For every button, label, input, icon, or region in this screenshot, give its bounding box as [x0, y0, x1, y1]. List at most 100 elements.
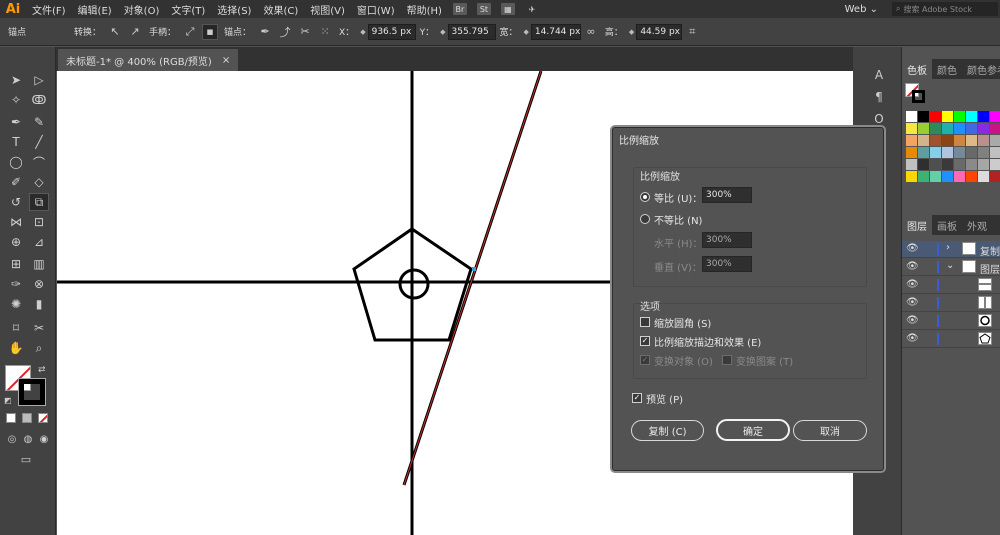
color-swatch[interactable]: [906, 111, 917, 122]
workspace-switcher[interactable]: Web ⌄: [845, 4, 878, 15]
layer-row[interactable]: 👁 › 复制: [902, 241, 1000, 258]
x-stepper-icon[interactable]: ◆: [360, 28, 365, 36]
color-swatch[interactable]: [930, 147, 941, 158]
color-swatch[interactable]: [954, 111, 965, 122]
color-swatch[interactable]: [906, 135, 917, 146]
slice-tool-icon[interactable]: ✂: [29, 319, 49, 337]
visibility-eye-icon[interactable]: 👁: [906, 279, 919, 290]
hide-handles-icon[interactable]: ▪: [202, 23, 219, 40]
tab-artboards[interactable]: 画板: [932, 215, 962, 235]
color-swatch[interactable]: [942, 159, 953, 170]
swap-fill-stroke-icon[interactable]: ⇄: [38, 365, 46, 375]
column-graph-tool-icon[interactable]: ▮: [29, 295, 49, 313]
uniform-input[interactable]: 300%: [702, 187, 752, 203]
color-swatch[interactable]: [954, 135, 965, 146]
pen-tool-icon[interactable]: ✒: [6, 113, 26, 131]
color-swatch[interactable]: [942, 171, 953, 182]
paragraph-panel-icon[interactable]: ¶: [871, 89, 887, 105]
color-swatch[interactable]: [978, 123, 989, 134]
free-transform-tool-icon[interactable]: ⊡: [29, 213, 49, 231]
color-swatch[interactable]: [918, 171, 929, 182]
color-mode-icon[interactable]: [6, 413, 16, 423]
vertical-input[interactable]: 300%: [702, 256, 752, 272]
layer-row[interactable]: 👁 ⌄ 图层: [902, 259, 1000, 276]
color-swatch[interactable]: [990, 159, 1000, 170]
color-swatch[interactable]: [990, 111, 1000, 122]
h-stepper-icon[interactable]: ◆: [629, 28, 634, 36]
menu-object[interactable]: 对象(O): [118, 2, 166, 17]
paintbrush-tool-icon[interactable]: ⌒: [29, 153, 49, 171]
color-swatch[interactable]: [990, 147, 1000, 158]
cancel-button[interactable]: 取消: [793, 420, 867, 441]
menu-select[interactable]: 选择(S): [211, 2, 257, 17]
color-swatch[interactable]: [918, 123, 929, 134]
lasso-tool-icon[interactable]: ↂ: [29, 91, 49, 109]
color-swatch[interactable]: [966, 159, 977, 170]
artboard-tool-icon[interactable]: ⌑: [6, 319, 26, 337]
color-swatch[interactable]: [966, 123, 977, 134]
transform-icon[interactable]: ⌗: [684, 24, 700, 40]
type-tool-icon[interactable]: T: [6, 133, 26, 151]
menu-window[interactable]: 窗口(W): [351, 2, 401, 17]
menu-type[interactable]: 文字(T): [165, 2, 211, 17]
gpu-rocket-icon[interactable]: ✈: [525, 3, 539, 15]
stock-button[interactable]: St: [476, 3, 491, 15]
color-swatch[interactable]: [966, 147, 977, 158]
tab-color[interactable]: 颜色: [932, 59, 962, 79]
color-swatch[interactable]: [918, 111, 929, 122]
color-swatch[interactable]: [930, 171, 941, 182]
shape-builder-tool-icon[interactable]: ⊕: [6, 233, 26, 251]
tab-layers[interactable]: 图层: [902, 215, 932, 235]
color-swatch[interactable]: [990, 135, 1000, 146]
perspective-grid-tool-icon[interactable]: ⊿: [29, 233, 49, 251]
rotate-tool-icon[interactable]: ↺: [6, 193, 26, 211]
color-swatch[interactable]: [930, 135, 941, 146]
y-stepper-icon[interactable]: ◆: [440, 28, 445, 36]
symbol-sprayer-tool-icon[interactable]: ✺: [6, 295, 26, 313]
color-swatch[interactable]: [906, 123, 917, 134]
screen-mode-icon[interactable]: ▭: [16, 450, 36, 468]
color-swatch[interactable]: [918, 159, 929, 170]
scale-strokes-checkbox[interactable]: ✓: [640, 336, 650, 346]
color-swatch[interactable]: [966, 135, 977, 146]
close-tab-icon[interactable]: ×: [222, 55, 230, 66]
zoom-tool-icon[interactable]: ⌕: [29, 339, 49, 357]
transform-objects-checkbox[interactable]: ✓: [640, 355, 650, 365]
color-swatch[interactable]: [906, 147, 917, 158]
color-swatch[interactable]: [954, 147, 965, 158]
w-field[interactable]: 14.744 px: [530, 23, 581, 40]
color-swatch[interactable]: [930, 123, 941, 134]
mesh-tool-icon[interactable]: ⊞: [6, 255, 26, 273]
uniform-radio[interactable]: [640, 192, 650, 202]
remove-anchor-icon[interactable]: ✒: [257, 24, 273, 40]
layer-row[interactable]: 👁: [902, 331, 1000, 348]
y-field[interactable]: 355.795: [447, 23, 496, 40]
color-swatch[interactable]: [942, 123, 953, 134]
character-panel-icon[interactable]: A: [871, 67, 887, 83]
color-swatch[interactable]: [978, 159, 989, 170]
blend-tool-icon[interactable]: ⊗: [29, 275, 49, 293]
menu-file[interactable]: 文件(F): [26, 2, 72, 17]
color-swatch[interactable]: [978, 171, 989, 182]
width-tool-icon[interactable]: ⋈: [6, 213, 26, 231]
visibility-eye-icon[interactable]: 👁: [906, 261, 919, 272]
tab-color-guide[interactable]: 颜色参考: [962, 59, 1000, 79]
connect-anchor-icon[interactable]: ⤴: [277, 24, 293, 40]
bridge-button[interactable]: Br: [452, 3, 467, 15]
swatch-stroke-preview[interactable]: [912, 90, 925, 103]
convert-corner-icon[interactable]: ↖: [107, 24, 123, 40]
menu-effect[interactable]: 效果(C): [257, 2, 304, 17]
scale-corners-checkbox[interactable]: [640, 317, 650, 327]
convert-smooth-icon[interactable]: ↗: [127, 24, 143, 40]
document-tab[interactable]: 未标题-1* @ 400% (RGB/预览) ×: [58, 49, 239, 71]
preview-checkbox[interactable]: ✓: [632, 393, 642, 403]
color-swatch[interactable]: [978, 135, 989, 146]
color-swatch[interactable]: [954, 159, 965, 170]
shaper-tool-icon[interactable]: ✐: [6, 173, 26, 191]
menu-edit[interactable]: 编辑(E): [72, 2, 118, 17]
tab-appearance[interactable]: 外观: [962, 215, 992, 235]
draw-inside-icon[interactable]: ◉: [34, 430, 54, 448]
layer-row[interactable]: 👁: [902, 313, 1000, 330]
color-swatch[interactable]: [906, 159, 917, 170]
none-mode-icon[interactable]: [38, 413, 48, 423]
